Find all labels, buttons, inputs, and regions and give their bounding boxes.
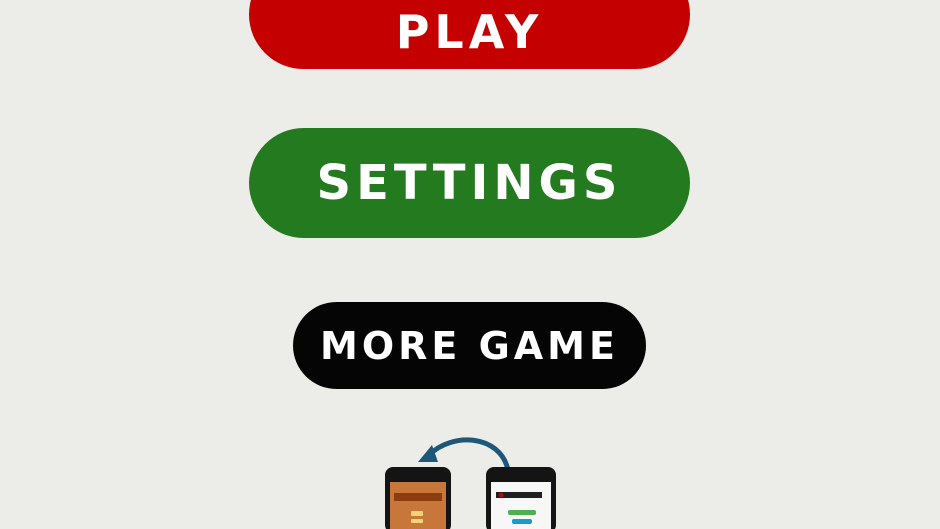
play-button[interactable]: PLAY [249,0,690,69]
phone-share-icon [385,437,556,529]
game-main-menu: PLAY SETTINGS MORE GAME [0,0,940,529]
more-game-button[interactable]: MORE GAME [293,302,646,389]
settings-button[interactable]: SETTINGS [249,128,690,238]
